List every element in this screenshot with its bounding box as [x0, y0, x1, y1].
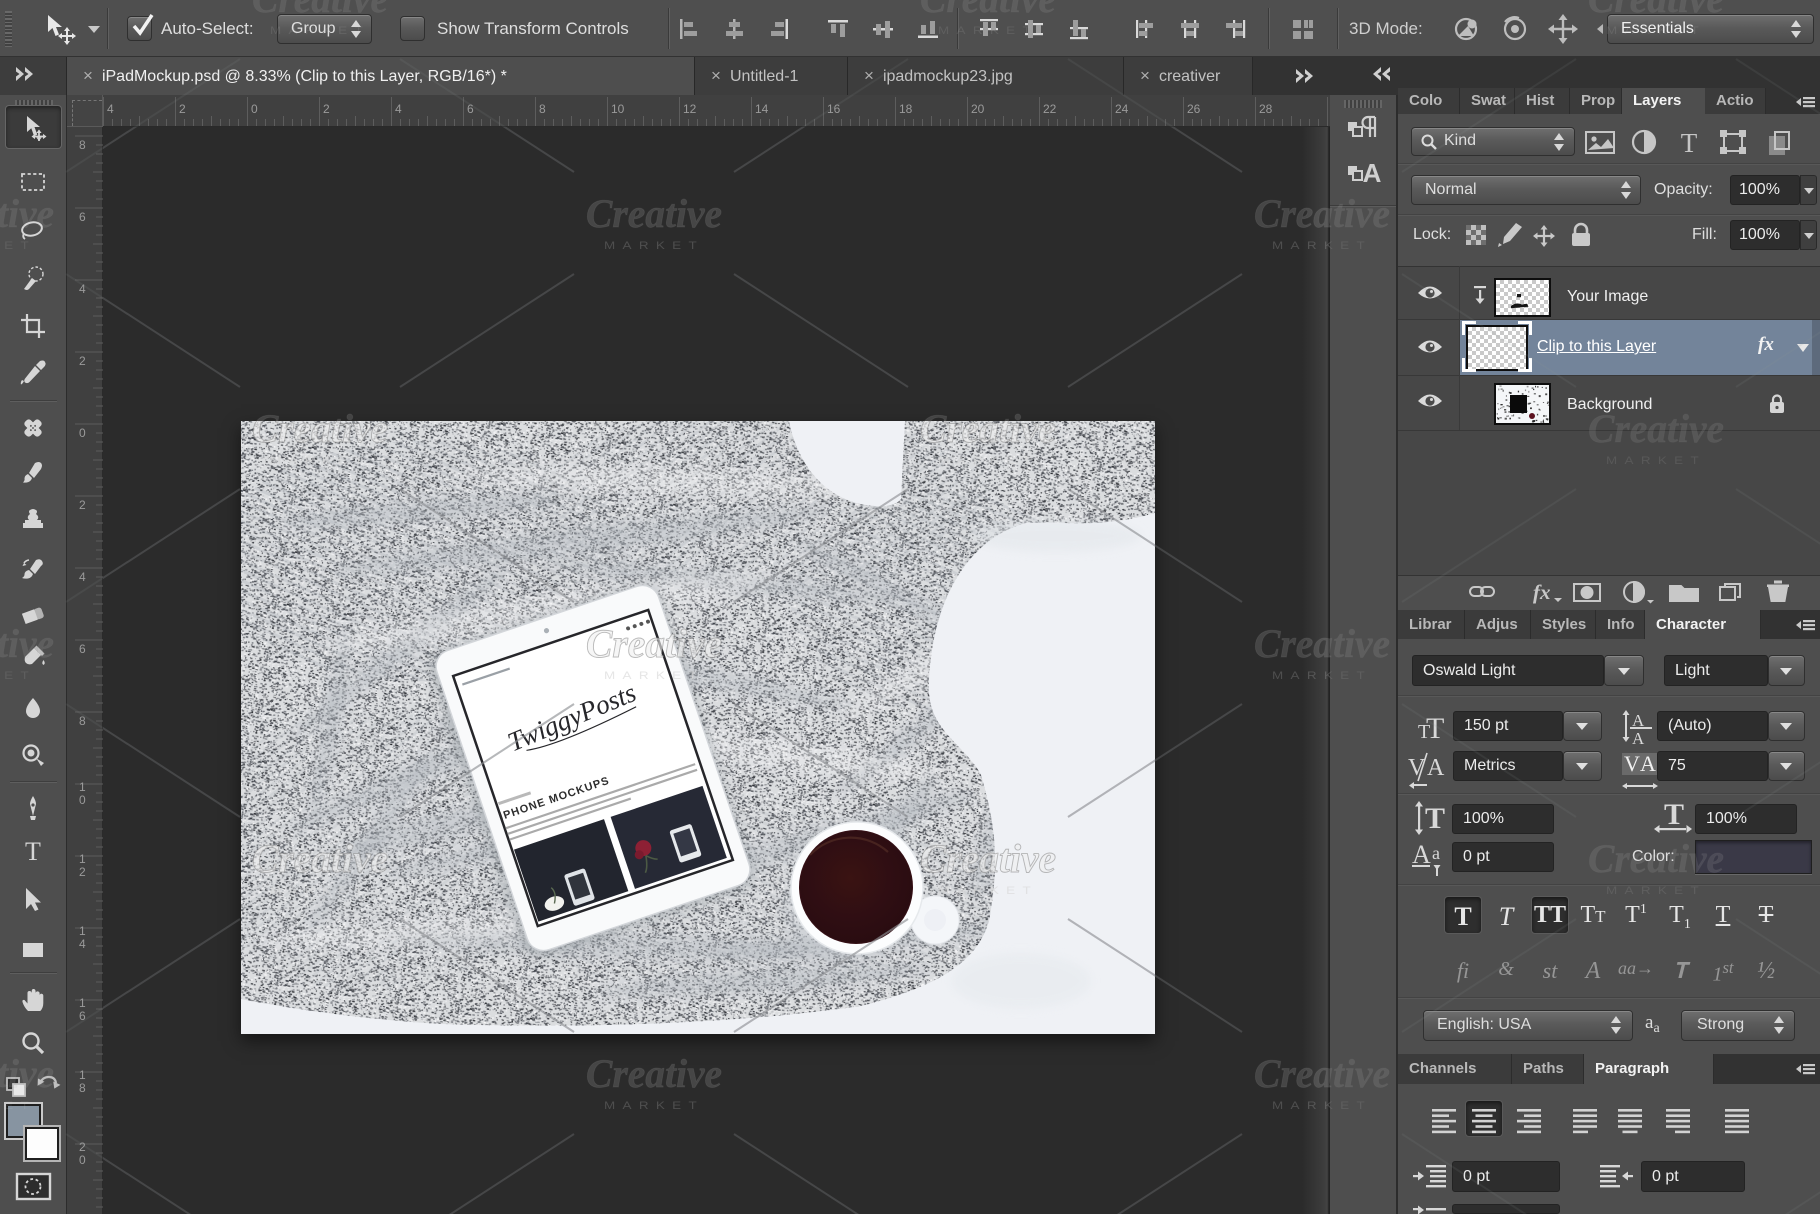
- svg-text:22: 22: [1043, 102, 1057, 116]
- svg-text:2: 2: [79, 1140, 86, 1154]
- svg-text:V: V: [1624, 751, 1640, 776]
- svg-text:T: T: [25, 837, 41, 865]
- svg-text:20: 20: [971, 102, 985, 116]
- svg-text:10: 10: [611, 102, 625, 116]
- svg-text:1: 1: [79, 924, 86, 938]
- svg-text:26: 26: [1187, 102, 1201, 116]
- svg-text:4: 4: [107, 102, 114, 116]
- svg-text:6: 6: [79, 210, 86, 224]
- svg-text:24: 24: [1115, 102, 1129, 116]
- svg-text:2: 2: [79, 498, 86, 512]
- svg-text:2: 2: [79, 354, 86, 368]
- svg-text:2: 2: [179, 102, 186, 116]
- svg-text:2: 2: [79, 865, 86, 879]
- svg-text:0: 0: [79, 1153, 86, 1167]
- svg-text:T: T: [1664, 800, 1684, 831]
- svg-text:6: 6: [79, 1009, 86, 1023]
- svg-text:8: 8: [539, 102, 546, 116]
- svg-text:0: 0: [79, 793, 86, 807]
- svg-text:A: A: [1427, 755, 1445, 781]
- svg-text:6: 6: [467, 102, 474, 116]
- svg-text:A: A: [1363, 158, 1382, 188]
- svg-text:0: 0: [251, 102, 258, 116]
- svg-text:4: 4: [395, 102, 402, 116]
- svg-text:2: 2: [323, 102, 330, 116]
- svg-text:a: a: [1432, 843, 1440, 863]
- svg-text:T: T: [1425, 802, 1445, 835]
- svg-text:A: A: [1640, 751, 1656, 776]
- svg-text:T: T: [1681, 128, 1698, 156]
- svg-text:T: T: [1426, 712, 1444, 744]
- svg-text:1: 1: [79, 780, 86, 794]
- svg-text:1: 1: [79, 852, 86, 866]
- svg-text:4: 4: [79, 937, 86, 951]
- svg-text:4: 4: [79, 570, 86, 584]
- svg-text:V: V: [1408, 755, 1426, 781]
- svg-text:8: 8: [79, 714, 86, 728]
- svg-text:1: 1: [79, 1068, 86, 1082]
- svg-text:4: 4: [79, 282, 86, 296]
- svg-text:14: 14: [755, 102, 769, 116]
- svg-text:12: 12: [683, 102, 697, 116]
- svg-text:8: 8: [79, 138, 86, 152]
- svg-text:1: 1: [79, 996, 86, 1010]
- svg-text:fx: fx: [1533, 580, 1551, 604]
- svg-text:18: 18: [899, 102, 913, 116]
- svg-text:A: A: [1412, 841, 1431, 869]
- svg-text:6: 6: [79, 642, 86, 656]
- svg-text:0: 0: [79, 426, 86, 440]
- svg-text:A: A: [1632, 729, 1645, 746]
- svg-text:8: 8: [79, 1081, 86, 1095]
- svg-text:16: 16: [827, 102, 841, 116]
- svg-text:28: 28: [1259, 102, 1273, 116]
